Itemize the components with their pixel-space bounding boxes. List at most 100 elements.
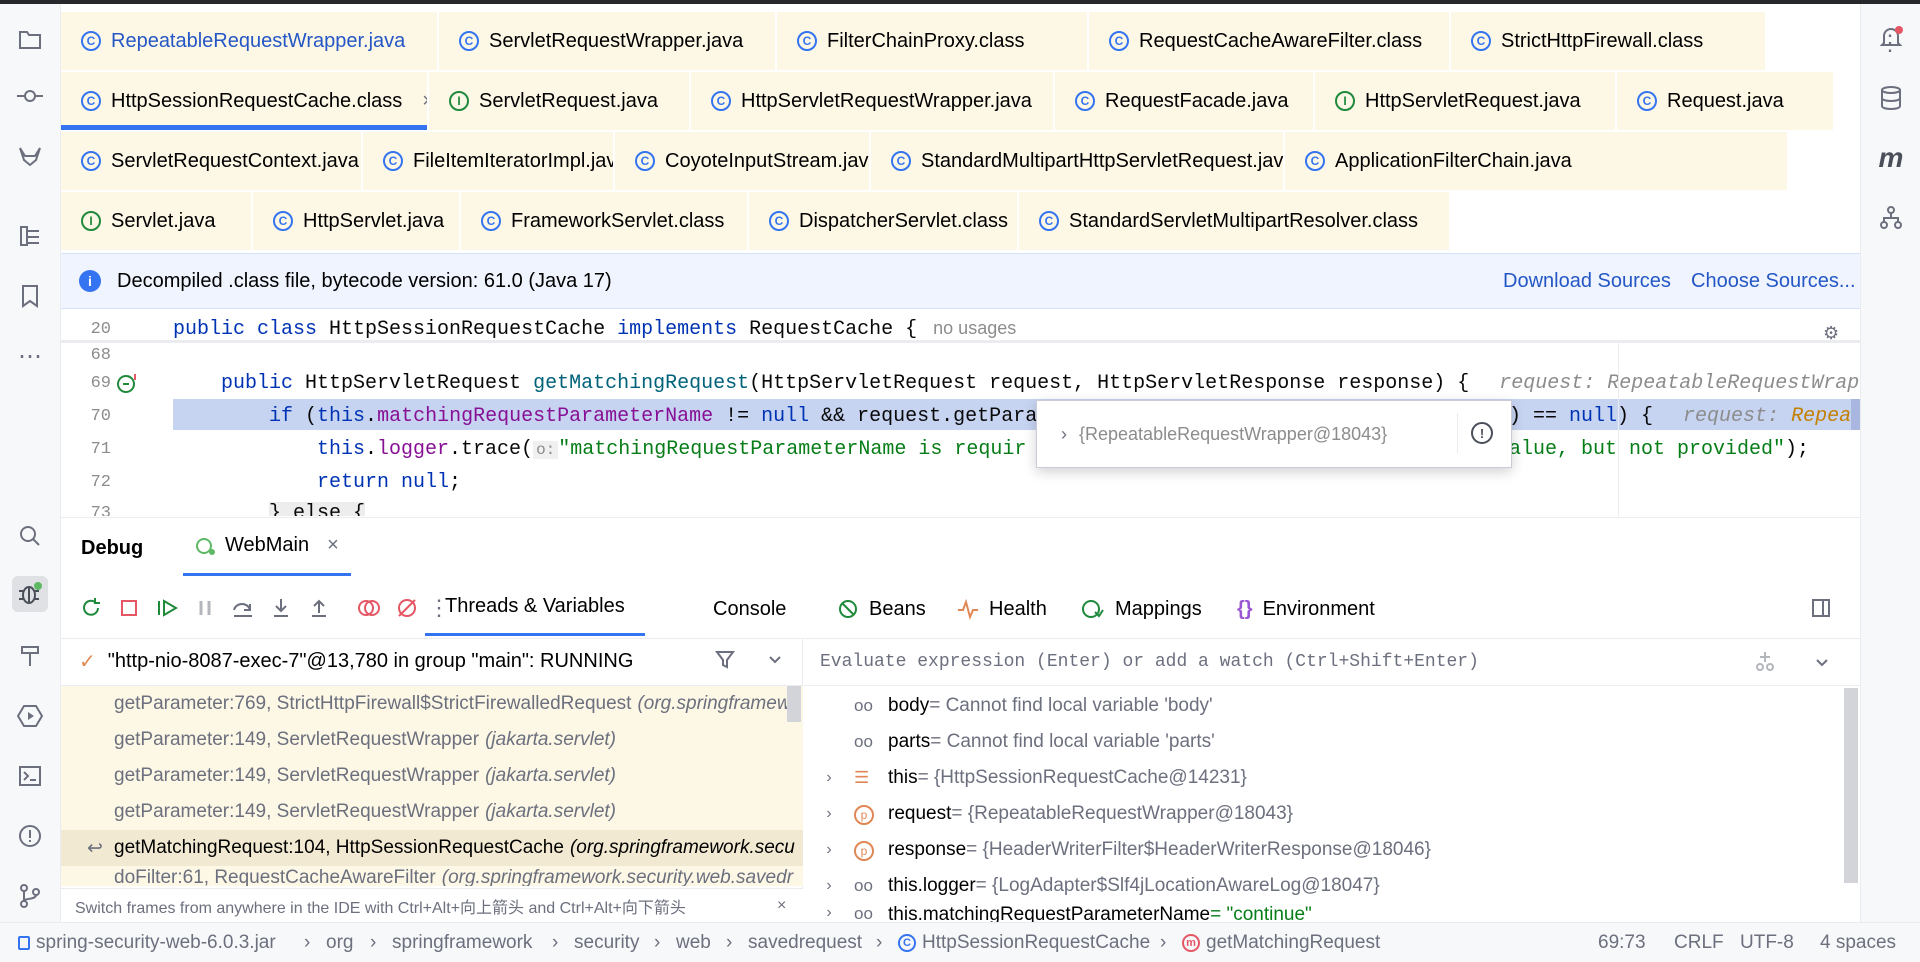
variable-row[interactable]: oo body = Cannot find local variable 'bod… [804,688,1834,724]
tab-strict-http-firewall[interactable]: C StrictHttpFirewall.class [1451,12,1765,70]
breadcrumb-springframework[interactable]: springframework [392,932,532,954]
stack-frame[interactable]: getParameter:769, StrictHttpFirewall$Str… [61,686,803,722]
search-icon[interactable] [12,518,48,554]
resume-icon[interactable] [149,590,185,626]
method-override-gutter-icon[interactable] [115,372,141,396]
breadcrumb-class[interactable]: C HttpSessionRequestCache [898,932,1150,954]
tab-servlet[interactable]: I Servlet.java [61,192,251,250]
tab-http-servlet-request[interactable]: I HttpServletRequest.java [1315,72,1615,130]
tab-http-session-request-cache[interactable]: CHttpSessionRequestCache.class× [61,72,427,130]
stack-frame[interactable]: getParameter:149, ServletRequestWrapper(… [61,794,803,830]
tab-servlet-request[interactable]: I ServletRequest.java [429,72,689,130]
database-icon[interactable] [1873,80,1909,116]
problems-icon[interactable] [12,818,48,854]
view-breakpoints-icon[interactable] [351,590,387,626]
line-separator[interactable]: CRLF [1674,932,1724,954]
thread-selector[interactable]: ✓ "http-nio-8087-exec-7"@13,780 in group… [61,638,803,686]
tab-http-servlet[interactable]: C HttpServlet.java [253,192,459,250]
variable-row[interactable]: › ☰ this = {HttpSessionRequestCache@14231} [804,760,1834,796]
terminal-icon[interactable] [12,758,48,794]
variables-scrollbar[interactable] [1844,688,1858,883]
variable-row[interactable]: oo parts = Cannot find local variable 'pa… [804,724,1834,760]
git-icon[interactable] [12,878,48,914]
step-out-icon[interactable] [301,590,337,626]
close-session-icon[interactable]: × [327,534,339,557]
evaluate-input[interactable]: Evaluate expression (Enter) or add a wat… [804,638,1860,686]
structure-icon[interactable] [12,218,48,254]
step-into-icon[interactable] [263,590,299,626]
tab-dispatcher-servlet[interactable]: C DispatcherServlet.class [749,192,1017,250]
session-tab-webmain[interactable]: WebMain × [183,518,351,576]
breadcrumb-jar[interactable]: spring-security-web-6.0.3.jar [18,932,276,954]
run-services-icon[interactable] [12,698,48,734]
expand-chevron-icon[interactable]: › [804,904,854,922]
breadcrumb-org[interactable]: org [326,932,353,954]
tab-filter-chain-proxy[interactable]: C FilterChainProxy.class [777,12,1087,70]
breadcrumb-method[interactable]: m getMatchingRequest [1182,932,1380,954]
stack-frame-selected[interactable]: ↩ getMatchingRequest:104, HttpSessionRequ… [61,830,803,866]
tab-threads-variables[interactable]: Threads & Variables [425,580,645,636]
download-sources-link[interactable]: Download Sources [1503,270,1671,293]
gitlab-icon[interactable] [12,138,48,174]
expand-chevron-icon[interactable]: › [804,877,854,895]
project-folder-icon[interactable] [12,22,48,58]
breadcrumb-web[interactable]: web [676,932,711,954]
tab-application-filter-chain[interactable]: C ApplicationFilterChain.java [1285,132,1787,190]
stack-frame[interactable]: getParameter:149, ServletRequestWrapper(… [61,758,803,794]
tab-file-item-iterator-impl[interactable]: C FileItemIteratorImpl.java [363,132,613,190]
tab-request-facade[interactable]: C RequestFacade.java [1055,72,1313,130]
filter-icon[interactable] [715,650,735,676]
stop-icon[interactable] [111,590,147,626]
tab-coyote-input-stream[interactable]: C CoyoteInputStream.java [615,132,869,190]
expand-chevron-icon[interactable]: › [1061,424,1067,445]
tab-standard-multipart-resolver[interactable]: C StandardServletMultipartResolver.class [1019,192,1449,250]
maven-icon[interactable]: m [1873,140,1909,176]
tab-http-servlet-request-wrapper[interactable]: C HttpServletRequestWrapper.java [691,72,1053,130]
indent-setting[interactable]: 4 spaces [1820,932,1896,954]
tab-list-menu-icon[interactable]: ⋮ [1879,30,1901,56]
close-hint-icon[interactable]: × [777,897,786,915]
variable-row[interactable]: › p response = {HeaderWriterFilter$HeaderW… [804,832,1834,868]
file-encoding[interactable]: UTF-8 [1740,932,1794,954]
tab-environment[interactable]: {} Environment [1237,580,1375,638]
tab-health[interactable]: Health [957,580,1047,638]
tab-request-cache-aware-filter[interactable]: C RequestCacheAwareFilter.class [1089,12,1449,70]
breadcrumb-savedrequest[interactable]: savedrequest [748,932,862,954]
tab-servlet-request-context[interactable]: C ServletRequestContext.java [61,132,361,190]
tab-mappings[interactable]: Mappings [1081,580,1202,638]
variable-row[interactable]: › oo this.logger = {LogAdapter$Slf4jLocati… [804,868,1834,904]
debug-tool-icon[interactable] [12,576,48,612]
tab-console[interactable]: Console [713,580,786,638]
caret-position[interactable]: 69:73 [1598,932,1646,954]
layout-settings-icon[interactable] [1803,590,1839,626]
hierarchy-icon[interactable] [1873,200,1909,236]
stack-frame[interactable]: getParameter:149, ServletRequestWrapper(… [61,722,803,758]
more-tools-icon[interactable]: ⋯ [12,338,48,374]
tab-repeatable-request-wrapper[interactable]: C RepeatableRequestWrapper.java [61,12,437,70]
reader-mode-settings-icon[interactable]: ⚙ [1823,323,1839,344]
close-tab-icon[interactable]: × [422,90,427,113]
commit-icon[interactable] [12,78,48,114]
expand-chevron-icon[interactable]: › [804,841,854,859]
tab-standard-multipart-request[interactable]: C StandardMultipartHttpServletRequest.jav… [871,132,1283,190]
inspect-icon[interactable]: ! [1471,422,1493,444]
tab-request[interactable]: C Request.java [1617,72,1833,130]
tab-servlet-request-wrapper[interactable]: C ServletRequestWrapper.java [439,12,775,70]
debug-value-popup[interactable]: › {RepeatableRequestWrapper@18043} ! [1036,400,1512,468]
expand-chevron-icon[interactable]: › [804,769,854,787]
thread-dropdown-chevron-icon[interactable] [767,650,783,673]
tab-framework-servlet[interactable]: C FrameworkServlet.class [461,192,747,250]
add-watch-icon[interactable] [1754,650,1776,678]
rerun-icon[interactable] [73,590,109,626]
expand-chevron-icon[interactable]: › [804,805,854,823]
eval-dropdown-chevron-icon[interactable] [1814,654,1830,676]
mute-breakpoints-icon[interactable] [389,590,425,626]
tab-beans[interactable]: Beans [837,580,926,638]
build-hammer-icon[interactable] [12,638,48,674]
variable-row[interactable]: › oo this.matchingRequestParameterName = "… [804,904,1834,923]
stack-frame[interactable]: doFilter:61, RequestCacheAwareFilter (org… [61,866,803,886]
variable-row[interactable]: › p request = {RepeatableRequestWrapper@18… [804,796,1834,832]
usages-hint[interactable]: no usages [933,318,1016,338]
choose-sources-link[interactable]: Choose Sources... [1691,270,1856,293]
breadcrumb-security[interactable]: security [574,932,639,954]
